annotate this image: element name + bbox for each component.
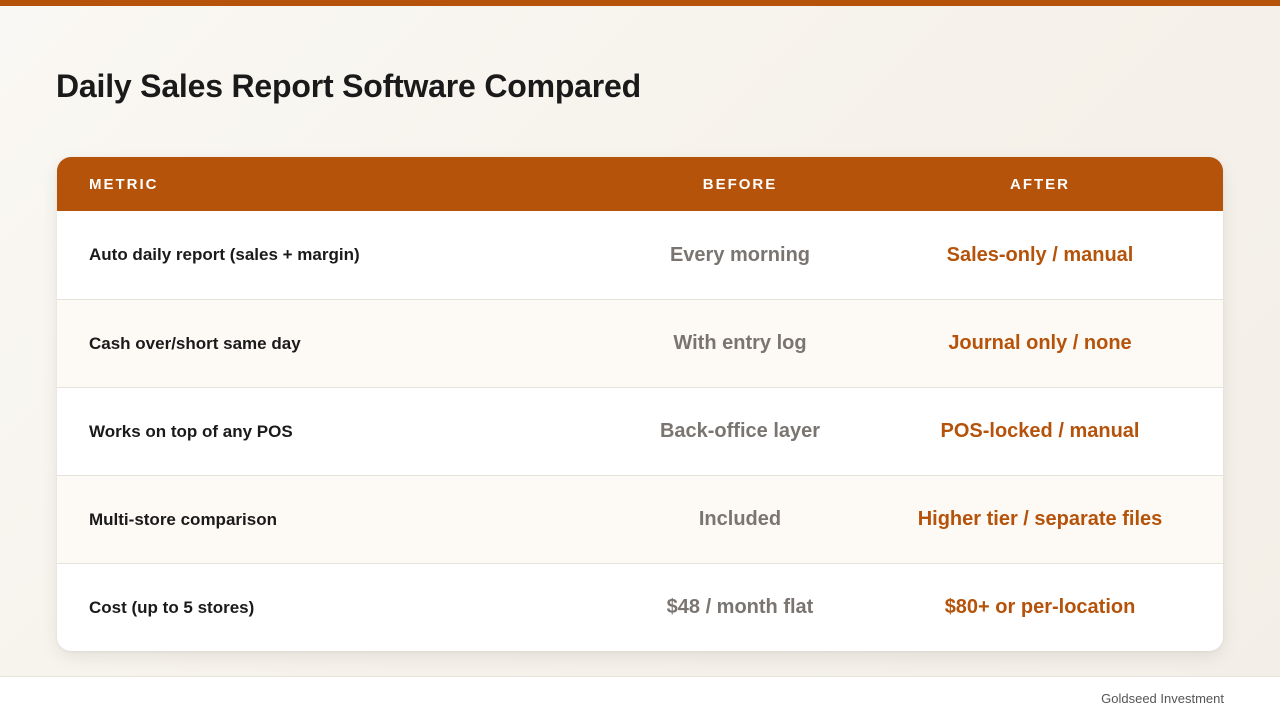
- metric-cell: Cost (up to 5 stores): [89, 597, 255, 617]
- header-after: AFTER: [1010, 175, 1070, 193]
- before-cell: Included: [698, 508, 782, 530]
- table-row: Cash over/short same day With entry log …: [57, 299, 1223, 387]
- table-row: Auto daily report (sales + margin) Every…: [57, 211, 1223, 299]
- metric-cell: Works on top of any POS: [89, 421, 293, 441]
- comparison-table: METRIC BEFORE AFTER Auto daily report (s…: [57, 157, 1223, 651]
- after-cell: $80+ or per-location: [944, 596, 1136, 618]
- table-row: Multi-store comparison Included Higher t…: [57, 475, 1223, 563]
- before-cell: Back-office layer: [659, 420, 821, 442]
- footer: Goldseed Investment: [0, 676, 1280, 720]
- before-cell: Every morning: [669, 243, 811, 266]
- after-cell: Sales-only / manual: [946, 243, 1134, 266]
- table-body: Auto daily report (sales + margin) Every…: [57, 211, 1223, 651]
- header-before: BEFORE: [702, 175, 778, 193]
- header-metric: METRIC: [89, 175, 159, 193]
- metric-cell: Multi-store comparison: [89, 509, 277, 529]
- before-cell: With entry log: [673, 332, 807, 354]
- metric-cell: Cash over/short same day: [89, 333, 301, 353]
- footer-brand: Goldseed Investment: [1101, 691, 1224, 706]
- after-cell: Higher tier / separate files: [917, 508, 1163, 530]
- metric-cell: Auto daily report (sales + margin): [89, 245, 360, 264]
- top-accent-bar: [0, 0, 1280, 6]
- after-cell: Journal only / none: [948, 332, 1132, 354]
- table-row: Cost (up to 5 stores) $48 / month flat $…: [57, 563, 1223, 651]
- before-cell: $48 / month flat: [666, 596, 814, 618]
- table-row: Works on top of any POS Back-office laye…: [57, 387, 1223, 475]
- page-title: Daily Sales Report Software Compared: [56, 68, 641, 104]
- table-header: METRIC BEFORE AFTER: [57, 157, 1223, 211]
- after-cell: POS-locked / manual: [940, 420, 1140, 442]
